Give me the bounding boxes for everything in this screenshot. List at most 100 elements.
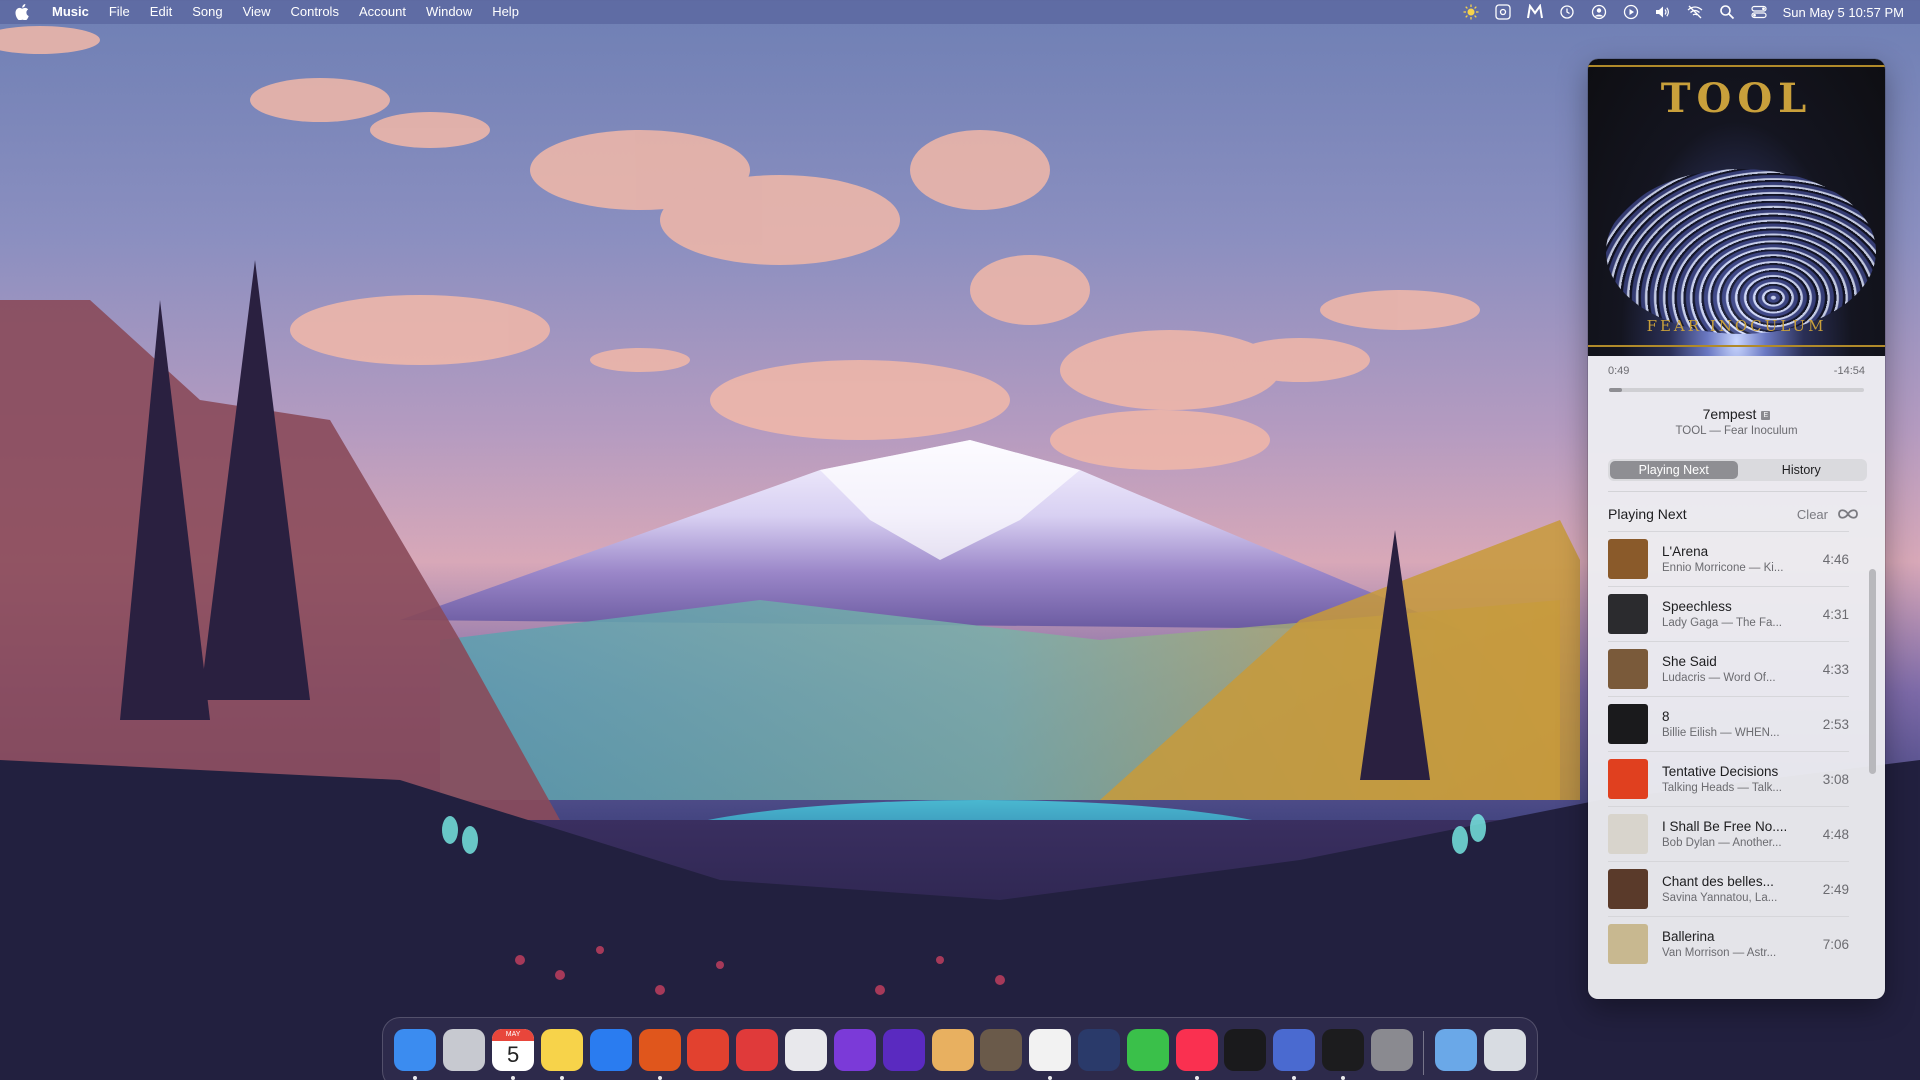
system-settings-icon	[1370, 1029, 1413, 1071]
menu-view[interactable]: View	[233, 0, 281, 24]
queue-item-duration: 4:48	[1822, 826, 1849, 842]
queue-item-text: Tentative Decisions Talking Heads — Talk.…	[1662, 764, 1800, 794]
dock-apple-tv[interactable]	[1221, 1025, 1270, 1080]
control-center-icon[interactable]	[1743, 0, 1775, 24]
calendar-day: 5	[506, 1042, 520, 1067]
sun-icon[interactable]	[1455, 0, 1487, 24]
apple-icon	[15, 4, 29, 20]
now-playing-title: 7empest E	[1588, 406, 1885, 422]
queue-item-duration: 4:46	[1822, 551, 1849, 567]
queue-scrollbar[interactable]	[1869, 569, 1876, 774]
queue-heading: Playing Next	[1608, 506, 1687, 522]
queue-item-artwork	[1608, 869, 1648, 909]
dock-notes[interactable]	[537, 1025, 586, 1080]
queue-item[interactable]: I Shall Be Free No.... Bob Dylan — Anothe…	[1608, 806, 1849, 861]
queue-item-duration: 2:49	[1822, 881, 1849, 897]
progress-slider[interactable]	[1609, 388, 1864, 392]
menu-app-name[interactable]: Music	[44, 0, 99, 24]
dock-pdf-expert[interactable]	[684, 1025, 733, 1080]
play-circle-icon[interactable]	[1615, 0, 1647, 24]
finder-icon	[394, 1029, 437, 1071]
dock-terminal[interactable]	[1319, 1025, 1368, 1080]
queue-item-text: She Said Ludacris — Word Of...	[1662, 654, 1800, 684]
clear-button[interactable]: Clear	[1797, 507, 1828, 522]
tab-history[interactable]: History	[1738, 461, 1866, 479]
queue-item[interactable]: Chant des belles... Savina Yannatou, La..…	[1608, 861, 1849, 916]
dock-affinity-photo[interactable]	[830, 1025, 879, 1080]
dock-music[interactable]	[1172, 1025, 1221, 1080]
dock-firefox[interactable]	[635, 1025, 684, 1080]
running-indicator	[1048, 1076, 1053, 1080]
menu-window[interactable]: Window	[416, 0, 482, 24]
dock-gimp[interactable]	[977, 1025, 1026, 1080]
dock-printer[interactable]	[733, 1025, 782, 1080]
queue-item-subtitle: Savina Yannatou, La...	[1662, 892, 1778, 904]
tab-playing-next[interactable]: Playing Next	[1610, 461, 1738, 479]
queue-item-subtitle: Ludacris — Word Of...	[1662, 672, 1776, 684]
queue-item-text: Speechless Lady Gaga — The Fa...	[1662, 599, 1800, 629]
now-playing-subtitle[interactable]: TOOL — Fear Inoculum	[1588, 425, 1885, 437]
running-indicator	[413, 1076, 418, 1080]
artwork-band-top	[1588, 65, 1885, 67]
dock-safari[interactable]	[586, 1025, 635, 1080]
running-indicator	[511, 1076, 516, 1080]
menu-clock[interactable]: Sun May 5 10:57 PM	[1783, 5, 1904, 20]
queue-item-text: Chant des belles... Savina Yannatou, La..…	[1662, 874, 1800, 904]
dock-downloads[interactable]	[1431, 1025, 1480, 1080]
menu-account[interactable]: Account	[349, 0, 416, 24]
firefox-icon	[638, 1029, 681, 1071]
autoplay-infinity-icon[interactable]	[1837, 508, 1859, 520]
dock-launchpad[interactable]	[440, 1025, 489, 1080]
queue-item[interactable]: L'Arena Ennio Morricone — Ki... 4:46	[1608, 531, 1849, 586]
dock-trash[interactable]	[1480, 1025, 1529, 1080]
menu-controls[interactable]: Controls	[281, 0, 349, 24]
dock-facetime[interactable]	[1123, 1025, 1172, 1080]
queue-item-title: I Shall Be Free No....	[1662, 819, 1788, 834]
queue-item[interactable]: Tentative Decisions Talking Heads — Talk.…	[1608, 751, 1849, 806]
running-indicator	[559, 1076, 564, 1080]
menu-song[interactable]: Song	[182, 0, 232, 24]
pixelmator-icon	[931, 1029, 974, 1071]
user-circle-icon[interactable]	[1583, 0, 1615, 24]
apple-menu[interactable]	[0, 4, 44, 20]
menu-edit[interactable]: Edit	[140, 0, 182, 24]
queue-item-title: L'Arena	[1662, 544, 1709, 559]
queue-item-subtitle: Ennio Morricone — Ki...	[1662, 562, 1784, 574]
dock-affinity-designer[interactable]	[879, 1025, 928, 1080]
dock-preview[interactable]	[782, 1025, 831, 1080]
dock-sun-utility[interactable]	[1270, 1025, 1319, 1080]
artwork-subtitle: FEAR INOCULUM	[1646, 317, 1827, 335]
queue-item[interactable]: Ballerina Van Morrison — Astr... 7:06	[1608, 916, 1849, 971]
dock-layers-app[interactable]	[1075, 1025, 1124, 1080]
menu-help[interactable]: Help	[482, 0, 529, 24]
menu-file[interactable]: File	[99, 0, 140, 24]
artwork-title: TOOL	[1660, 75, 1813, 122]
queue-item[interactable]: She Said Ludacris — Word Of... 4:33	[1608, 641, 1849, 696]
wifi-off-icon[interactable]	[1679, 0, 1711, 24]
time-machine-icon[interactable]	[1551, 0, 1583, 24]
queue-item-title: Speechless	[1662, 599, 1732, 614]
queue-list: L'Arena Ennio Morricone — Ki... 4:46 Speech…	[1588, 531, 1885, 971]
track-title: 7empest	[1702, 406, 1757, 422]
trash-icon	[1483, 1029, 1526, 1071]
queue-item-title: Ballerina	[1662, 929, 1715, 944]
explicit-badge: E	[1761, 411, 1771, 420]
search-icon[interactable]	[1711, 0, 1743, 24]
queue-header: Playing Next Clear	[1588, 492, 1885, 522]
queue-item[interactable]: 8 Billie Eilish — WHEN... 2:53	[1608, 696, 1849, 751]
queue-item-duration: 4:33	[1822, 661, 1849, 677]
queue-item-subtitle: Bob Dylan — Another...	[1662, 837, 1782, 849]
dock-photos[interactable]	[1026, 1025, 1075, 1080]
volume-icon[interactable]	[1647, 0, 1679, 24]
artwork-disc	[1606, 169, 1876, 334]
dock-finder[interactable]	[391, 1025, 440, 1080]
album-artwork[interactable]: TOOL FEAR INOCULUM	[1588, 59, 1885, 356]
dock-calendar[interactable]: MAY 5	[489, 1025, 538, 1080]
dock-system-settings[interactable]	[1368, 1025, 1417, 1080]
queue-item[interactable]: Speechless Lady Gaga — The Fa... 4:31	[1608, 586, 1849, 641]
m-logo-icon[interactable]	[1519, 0, 1551, 24]
dock-pixelmator[interactable]	[928, 1025, 977, 1080]
gear-box-icon[interactable]	[1487, 0, 1519, 24]
queue-item-subtitle: Billie Eilish — WHEN...	[1662, 727, 1780, 739]
queue-item-artwork	[1608, 539, 1648, 579]
